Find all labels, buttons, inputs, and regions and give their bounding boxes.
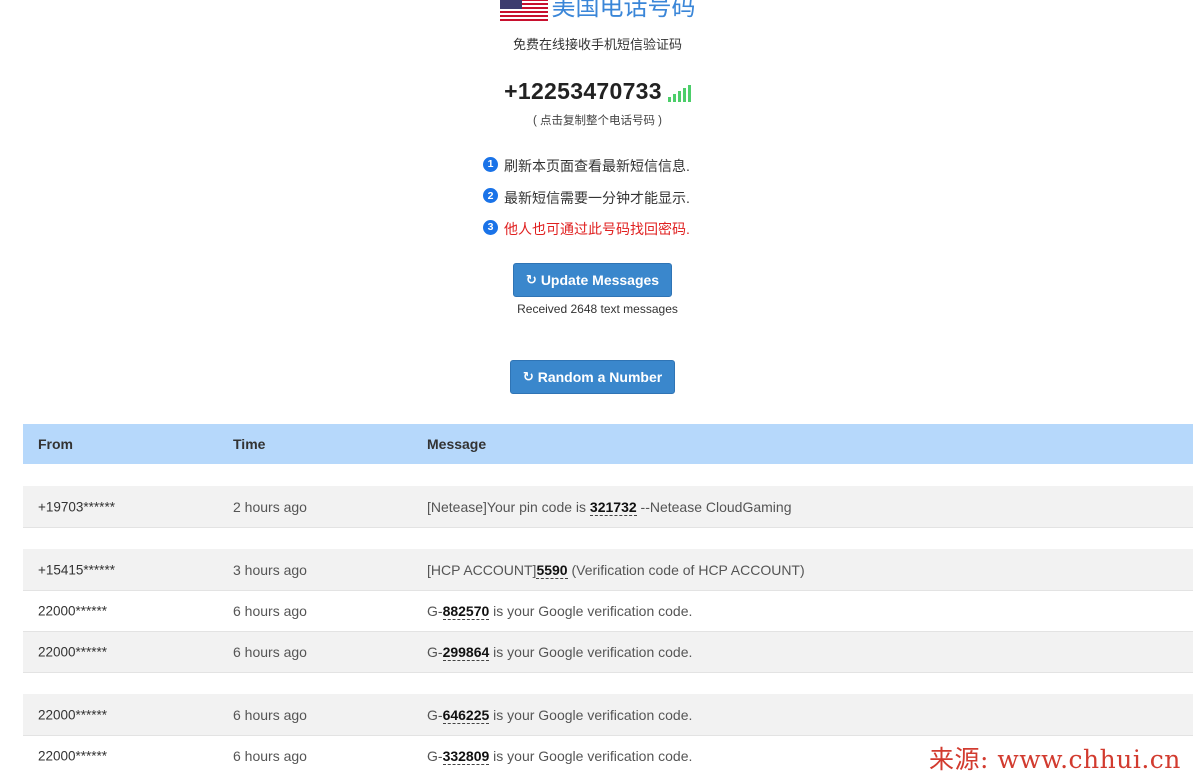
phone-number[interactable]: +12253470733 xyxy=(504,78,662,105)
row-from: +15415****** xyxy=(38,562,115,577)
table-row: 22000****** 6 hours ago G-299864 is your… xyxy=(23,631,1193,672)
verification-code[interactable]: 332809 xyxy=(442,747,490,765)
column-header-from: From xyxy=(38,436,73,452)
random-number-label: Random a Number xyxy=(537,369,663,385)
row-message: [Netease]Your pin code is 321732 --Netea… xyxy=(427,498,792,516)
messages-table: From Time Message +19703****** 2 hours a… xyxy=(23,424,1193,765)
message-text: G- xyxy=(427,747,443,764)
row-message: G-299864 is your Google verification cod… xyxy=(427,643,693,661)
row-time: 6 hours ago xyxy=(233,747,307,764)
number-badge-icon: 3 xyxy=(483,219,498,235)
row-message: [HCP ACCOUNT]5590 (Verification code of … xyxy=(427,561,805,579)
tip-text: 他人也可通过此号码找回密码. xyxy=(504,221,690,237)
phone-row: +12253470733 xyxy=(0,78,1195,105)
received-count: Received 2648 text messages xyxy=(517,302,678,316)
verification-code[interactable]: 882570 xyxy=(442,602,490,620)
row-from: 22000****** xyxy=(38,644,108,659)
message-text: is your Google verification code. xyxy=(489,747,693,764)
row-from: 22000****** xyxy=(38,748,108,763)
update-messages-button[interactable]: ↻ Update Messages xyxy=(513,263,672,297)
table-row: 22000****** 6 hours ago G-646225 is your… xyxy=(23,694,1193,735)
message-text: G- xyxy=(427,602,443,619)
message-text: [HCP ACCOUNT] xyxy=(427,561,537,578)
row-message: G-646225 is your Google verification cod… xyxy=(427,706,693,724)
message-text: --Netease CloudGaming xyxy=(636,498,792,515)
page-title: 美国电话号码 xyxy=(551,0,696,21)
tip-text: 刷新本页面查看最新短信信息. xyxy=(504,158,690,174)
row-divider xyxy=(23,527,1193,528)
tip-item: 2 最新短信需要一分钟才能显示. xyxy=(483,187,690,209)
update-messages-label: Update Messages xyxy=(540,272,660,288)
page-subtitle: 免费在线接收手机短信验证码 xyxy=(512,37,682,52)
verification-code[interactable]: 321732 xyxy=(589,498,637,516)
message-text: is your Google verification code. xyxy=(489,706,693,723)
row-time: 6 hours ago xyxy=(233,706,307,723)
table-row: +19703****** 2 hours ago [Netease]Your p… xyxy=(23,486,1193,527)
message-text: is your Google verification code. xyxy=(489,602,693,619)
row-from: +19703****** xyxy=(38,499,115,514)
tip-item-warning: 3 他人也可通过此号码找回密码. xyxy=(483,218,690,240)
row-divider xyxy=(23,590,1193,591)
row-time: 6 hours ago xyxy=(233,602,307,619)
row-time: 6 hours ago xyxy=(233,643,307,660)
signal-icon xyxy=(667,84,691,102)
row-divider xyxy=(23,672,1193,673)
refresh-icon: ↻ xyxy=(522,369,534,384)
row-time: 2 hours ago xyxy=(233,498,307,515)
verification-code[interactable]: 299864 xyxy=(442,643,490,661)
message-text: G- xyxy=(427,643,443,660)
row-divider xyxy=(23,631,1193,632)
title-row: 美国电话号码 xyxy=(0,0,1195,22)
source-watermark: 来源: www.chhui.cn xyxy=(929,745,1181,774)
verification-code[interactable]: 646225 xyxy=(442,706,490,724)
table-row: 22000****** 6 hours ago G-882570 is your… xyxy=(23,590,1193,631)
message-text: G- xyxy=(427,706,443,723)
number-badge-icon: 2 xyxy=(483,188,498,203)
row-time: 3 hours ago xyxy=(233,561,307,578)
copy-hint: ( 点击复制整个电话号码 ) xyxy=(532,115,663,127)
verification-code[interactable]: 5590 xyxy=(536,561,568,579)
tip-text: 最新短信需要一分钟才能显示. xyxy=(504,189,690,206)
table-header: From Time Message xyxy=(23,424,1193,464)
message-text: (Verification code of HCP ACCOUNT) xyxy=(567,561,805,578)
row-from: 22000****** xyxy=(38,707,108,722)
tips-list: 1 刷新本页面查看最新短信信息. 2 最新短信需要一分钟才能显示. 3 他人也可… xyxy=(483,155,690,250)
us-flag-icon xyxy=(499,0,548,21)
tip-item: 1 刷新本页面查看最新短信信息. xyxy=(483,155,690,177)
refresh-icon: ↻ xyxy=(525,272,537,287)
random-number-button[interactable]: ↻ Random a Number xyxy=(510,360,675,394)
row-from: 22000****** xyxy=(38,603,108,618)
number-badge-icon: 1 xyxy=(483,156,498,172)
row-message: G-332809 is your Google verification cod… xyxy=(427,747,693,765)
column-header-time: Time xyxy=(233,436,266,452)
column-header-message: Message xyxy=(427,436,487,452)
message-text: is your Google verification code. xyxy=(489,643,693,660)
row-divider xyxy=(23,735,1193,736)
message-text: [Netease]Your pin code is xyxy=(427,498,590,515)
table-row: +15415****** 3 hours ago [HCP ACCOUNT]55… xyxy=(23,549,1193,590)
row-message: G-882570 is your Google verification cod… xyxy=(427,602,693,620)
